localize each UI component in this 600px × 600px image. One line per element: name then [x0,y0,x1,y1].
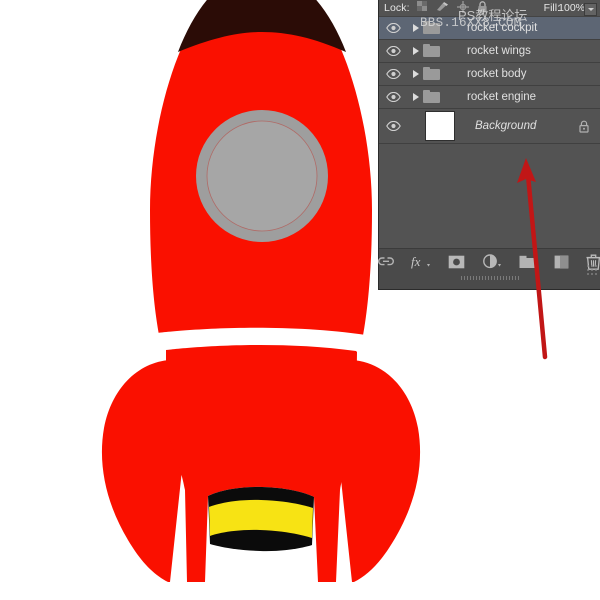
expand-group-triangle-icon[interactable] [408,93,423,101]
eye-visibility-icon[interactable] [379,92,408,102]
new-layer-icon[interactable] [554,255,569,272]
layer-name-label[interactable]: rocket cockpit [463,22,537,34]
eye-visibility-icon[interactable] [379,46,408,56]
position-lock-icon[interactable] [457,1,469,16]
layer-rows: rocket cockpit rocket wings [379,17,600,144]
group-folder-icon [423,67,463,81]
link-layers-icon[interactable] [378,256,394,270]
eye-visibility-icon[interactable] [379,121,408,131]
all-lock-icon[interactable] [477,1,488,16]
screenshot-root: Lock: [0,0,600,600]
layers-panel: Lock: [378,0,600,290]
layer-row-background[interactable]: Background [379,109,600,144]
expand-group-triangle-icon[interactable] [408,47,423,55]
layer-row-rocket-body[interactable]: rocket body [379,63,600,86]
lock-bar: Lock: [379,0,600,17]
expand-group-triangle-icon[interactable] [408,24,423,32]
lock-icons-group [417,1,488,16]
svg-text:fx: fx [411,255,421,269]
layer-mask-icon[interactable] [448,255,465,272]
layer-row-rocket-cockpit[interactable]: rocket cockpit [379,17,600,40]
rocket-window-inner-ring [207,121,317,231]
layer-name-label[interactable]: rocket engine [463,91,536,103]
layer-row-rocket-engine[interactable]: rocket engine [379,86,600,109]
eye-visibility-icon[interactable] [379,23,408,33]
expand-group-triangle-icon[interactable] [408,70,423,78]
lock-label: Lock: [384,2,410,14]
layer-name-label[interactable]: rocket wings [463,45,531,57]
chevron-down-icon[interactable] [584,3,597,16]
layers-bottom-toolbar: fx [379,248,600,289]
transparency-lock-icon[interactable] [417,1,428,15]
new-group-icon[interactable] [519,255,537,272]
layers-empty-area [379,150,600,249]
image-lock-icon[interactable] [436,1,449,15]
panel-resize-grip[interactable] [586,264,597,275]
layer-row-rocket-wings[interactable]: rocket wings [379,40,600,63]
adjustment-layer-icon[interactable] [482,254,502,272]
layer-name-label[interactable]: Background [463,120,536,132]
layer-locked-icon [578,120,600,133]
fill-value[interactable]: 100% [558,2,585,14]
background-thumbnail[interactable] [423,111,463,141]
group-folder-icon [423,90,463,104]
group-folder-icon [423,44,463,58]
layer-name-label[interactable]: rocket body [463,68,526,80]
group-folder-icon [423,21,463,35]
layer-style-fx-icon[interactable]: fx [411,255,431,272]
eye-visibility-icon[interactable] [379,69,408,79]
panel-drag-grip[interactable] [461,276,519,280]
